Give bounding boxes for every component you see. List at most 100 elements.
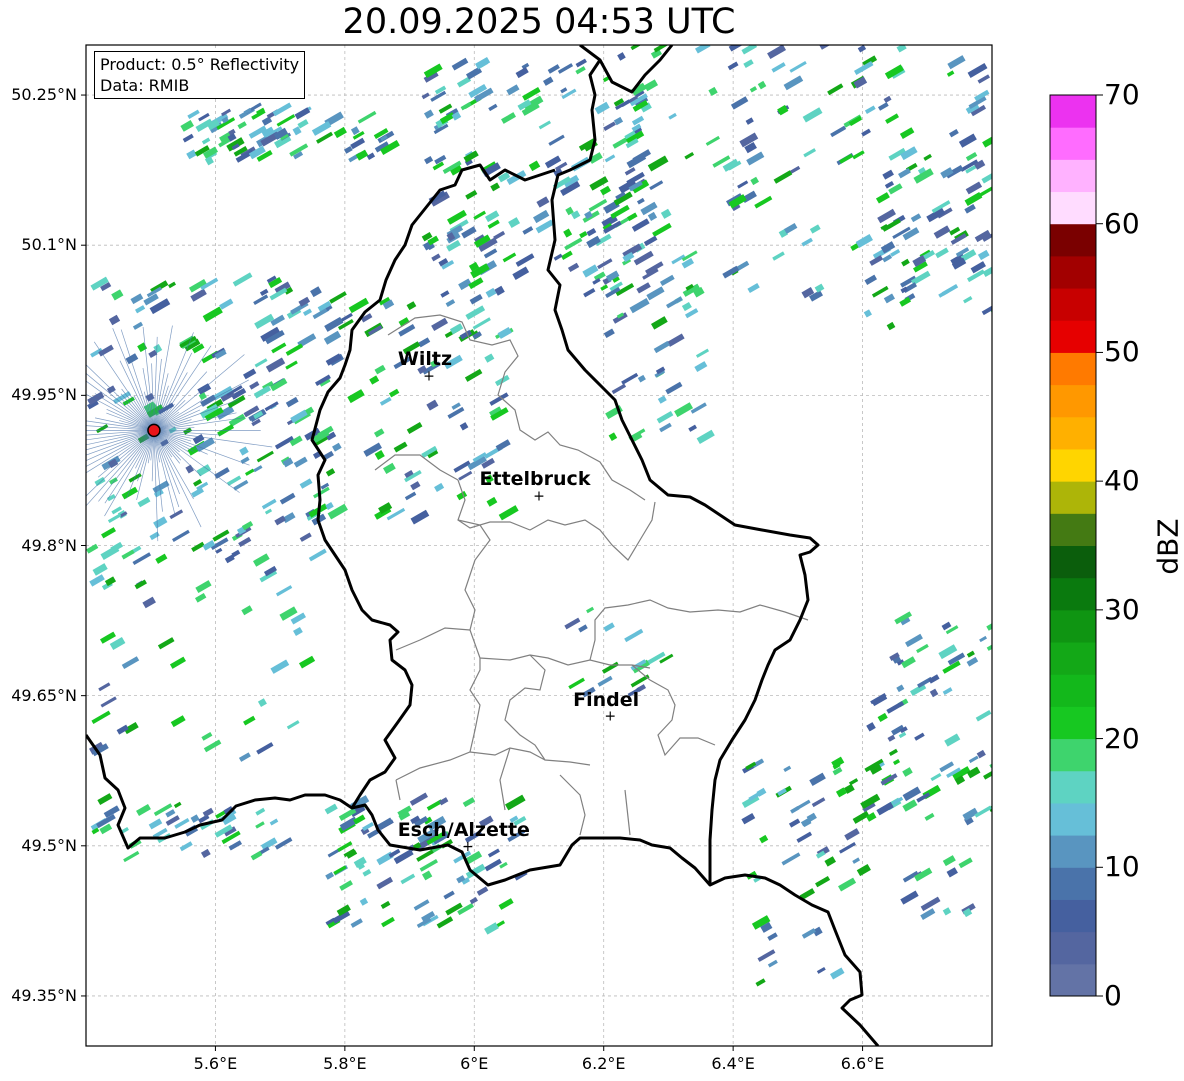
lon-label: 6.6°E	[840, 1054, 885, 1073]
echo-gate	[285, 343, 304, 356]
echo-gate	[650, 316, 668, 330]
echo-gate	[475, 56, 491, 70]
radar-map: + + + +	[81, 44, 1103, 1051]
echo-gate	[754, 195, 773, 209]
echo-gate	[941, 621, 952, 631]
echo-gate	[864, 274, 878, 285]
echo-gate	[652, 222, 672, 237]
echo-gate	[644, 79, 659, 92]
echo-gate	[666, 296, 683, 309]
echo-gate	[795, 799, 811, 811]
colorbar-segment	[1050, 481, 1096, 514]
echo-gate	[293, 456, 308, 468]
echo-gate	[939, 761, 955, 773]
echo-gate	[944, 733, 961, 747]
echo-gate	[449, 323, 464, 335]
echo-gate	[329, 291, 347, 304]
echo-gate	[357, 110, 377, 124]
colorbar-tick-label: 20	[1104, 721, 1140, 755]
echo-gate	[434, 482, 445, 492]
echo-gate	[757, 949, 776, 962]
echo-gate	[647, 211, 658, 221]
echo-gate	[727, 61, 739, 71]
echo-gate	[855, 234, 873, 249]
echo-gate	[243, 715, 256, 726]
colorbar-tick-label: 30	[1104, 592, 1140, 626]
echo-gate	[362, 869, 372, 877]
echo-gate	[264, 401, 279, 412]
echo-gate	[135, 305, 146, 314]
echo-gate	[423, 109, 434, 119]
radar-echoes	[86, 45, 992, 987]
echo-gate	[265, 357, 286, 373]
echo-gate	[819, 45, 833, 50]
echo-gate	[935, 247, 949, 259]
lat-label: 49.35°N	[11, 985, 77, 1005]
echo-gate	[185, 464, 194, 474]
echo-gate	[905, 633, 923, 648]
echo-gate	[668, 112, 677, 120]
echo-gate	[636, 197, 645, 205]
echo-gate	[376, 876, 394, 890]
echo-gate	[282, 512, 296, 524]
colorbar-segment	[1050, 223, 1096, 257]
echo-gate	[256, 742, 274, 755]
lon-label: 6°E	[460, 1054, 489, 1073]
echo-gate	[966, 766, 981, 779]
echo-gate	[946, 867, 958, 878]
echo-gate	[260, 837, 278, 851]
echo-gate	[688, 424, 697, 432]
echo-gate	[89, 574, 105, 587]
echo-gate	[130, 293, 144, 305]
echo-gate	[767, 45, 787, 60]
echo-gate	[473, 210, 486, 220]
echo-gate	[586, 606, 595, 614]
echo-gate	[977, 74, 990, 84]
echo-gate	[259, 288, 269, 297]
echo-gate	[542, 76, 554, 86]
colorbar-segment	[1050, 352, 1096, 386]
lon-label: 6.2°E	[581, 1054, 626, 1073]
echo-gate	[900, 890, 919, 905]
echo-gate	[660, 208, 672, 219]
echo-gate	[381, 916, 395, 928]
echo-gate	[257, 698, 267, 708]
echo-gate	[886, 321, 896, 331]
echo-gate	[200, 848, 211, 859]
echo-gate	[856, 864, 871, 877]
echo-gate	[608, 432, 618, 442]
echo-gate	[809, 224, 821, 234]
colorbar-segment	[1050, 802, 1096, 836]
echo-gate	[310, 286, 322, 298]
echo-gate	[388, 388, 400, 398]
echo-gate	[789, 61, 807, 73]
echo-gate	[929, 688, 939, 698]
echo-gate	[876, 801, 894, 816]
echo-gate	[586, 227, 597, 237]
colorbar-segment	[1050, 867, 1096, 900]
echo-gate	[848, 778, 859, 786]
echo-gate	[966, 656, 979, 667]
echo-gate	[783, 765, 792, 773]
echo-gate	[255, 807, 266, 816]
echo-gate	[830, 125, 847, 138]
echo-gate	[249, 381, 260, 390]
echo-gate	[489, 392, 509, 406]
echo-gate	[636, 282, 651, 294]
echo-gate	[274, 837, 293, 850]
echo-gate	[416, 849, 434, 862]
echo-gate	[694, 361, 708, 372]
echo-gate	[958, 857, 973, 869]
echo-gate	[498, 505, 519, 521]
echo-gate	[232, 272, 253, 287]
colorbar-segment	[1050, 416, 1096, 450]
echo-gate	[946, 70, 955, 77]
echo-gate	[121, 486, 139, 500]
echo-gate	[324, 803, 338, 815]
echo-gate	[276, 114, 296, 127]
echo-gate	[406, 301, 417, 311]
echo-gate	[121, 656, 140, 670]
echo-gate	[986, 622, 992, 631]
echo-gate	[938, 644, 958, 660]
colorbar-segment	[1050, 770, 1096, 804]
